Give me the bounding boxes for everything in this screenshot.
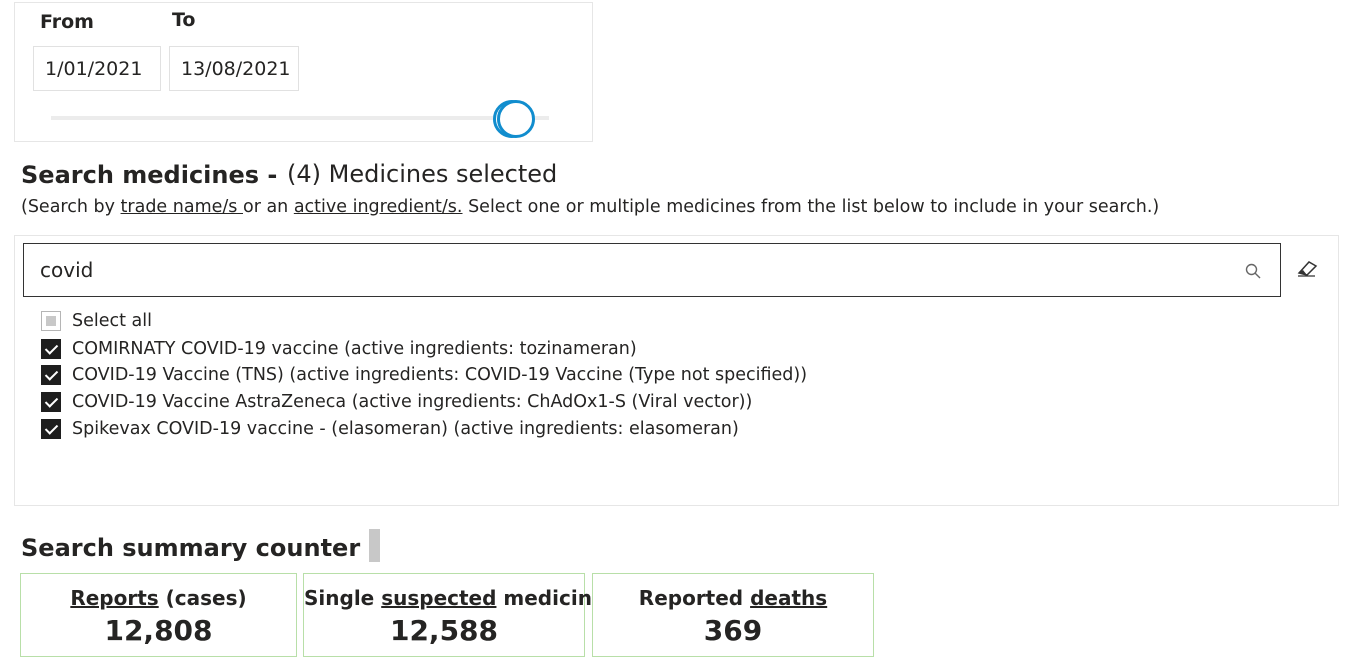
date-slider-fill: [51, 116, 549, 120]
reports-card: Reports (cases) 12,808: [20, 573, 297, 657]
card-label-post: medicine: [496, 586, 606, 610]
selected-count-label: (4) Medicines selected: [287, 160, 558, 188]
deaths-count: 369: [703, 614, 763, 647]
date-slider-track[interactable]: [51, 116, 549, 120]
suspected-link[interactable]: suspected: [381, 586, 496, 610]
deaths-card: Reported deaths 369: [592, 573, 874, 657]
search-input[interactable]: [38, 257, 1218, 283]
select-all-label: Select all: [72, 311, 152, 331]
list-item[interactable]: Spikevax COVID-19 vaccine - (elasomeran)…: [41, 417, 739, 441]
hint-suffix: Select one or multiple medicines from th…: [462, 197, 1160, 217]
reports-link[interactable]: Reports: [70, 586, 158, 610]
item-checkbox[interactable]: [41, 365, 61, 385]
select-all-option[interactable]: Select all: [41, 309, 152, 333]
summary-title: Search summary counter: [21, 534, 361, 562]
card-label-post: (cases): [158, 586, 247, 610]
hint-prefix: (Search by: [21, 197, 121, 217]
list-item-label: Spikevax COVID-19 vaccine - (elasomeran)…: [72, 419, 739, 439]
deaths-link[interactable]: deaths: [750, 586, 827, 610]
card-label-pre: Single: [304, 586, 382, 610]
eraser-icon[interactable]: [1295, 258, 1319, 278]
trade-name-link[interactable]: trade name/s: [121, 197, 243, 217]
hint-or: or an: [242, 197, 294, 217]
date-range-panel: From To 1/01/2021 13/08/2021: [14, 2, 593, 142]
date-slider-end-handle[interactable]: [497, 100, 535, 138]
reports-count: 12,808: [104, 614, 213, 647]
single-suspected-count: 12,588: [389, 614, 499, 647]
from-date-input[interactable]: 1/01/2021: [33, 46, 161, 91]
deaths-card-label: Reported deaths: [593, 586, 873, 610]
list-item[interactable]: COVID-19 Vaccine AstraZeneca (active ing…: [41, 390, 752, 414]
reports-card-label: Reports (cases): [21, 586, 296, 610]
list-item[interactable]: COVID-19 Vaccine (TNS) (active ingredien…: [41, 363, 807, 387]
single-suspected-card-label: Single suspected medicine: [304, 586, 606, 610]
summary-divider: [369, 529, 380, 562]
single-suspected-card: Single suspected medicine 12,588: [303, 573, 606, 657]
search-icon[interactable]: [1244, 262, 1262, 280]
list-item-label: COVID-19 Vaccine AstraZeneca (active ing…: [72, 392, 753, 412]
card-label-pre: Reported: [638, 586, 751, 610]
item-checkbox[interactable]: [41, 392, 61, 412]
search-medicines-title: Search medicines -: [21, 161, 278, 189]
list-item-label: COMIRNATY COVID-19 vaccine (active ingre…: [72, 339, 637, 359]
search-hint: (Search by trade name/s or an active ing…: [21, 197, 1159, 217]
medicines-list-panel: Select all COMIRNATY COVID-19 vaccine (a…: [14, 235, 1339, 506]
item-checkbox[interactable]: [41, 419, 61, 439]
to-date-input[interactable]: 13/08/2021: [169, 46, 299, 91]
active-ingredient-link[interactable]: active ingredient/s.: [294, 197, 463, 217]
list-item-label: COVID-19 Vaccine (TNS) (active ingredien…: [72, 365, 808, 385]
list-item[interactable]: COMIRNATY COVID-19 vaccine (active ingre…: [41, 337, 637, 361]
select-all-checkbox[interactable]: [41, 311, 61, 331]
to-label: To: [172, 9, 196, 31]
search-box[interactable]: [23, 243, 1281, 297]
from-label: From: [40, 11, 94, 33]
item-checkbox[interactable]: [41, 339, 61, 359]
